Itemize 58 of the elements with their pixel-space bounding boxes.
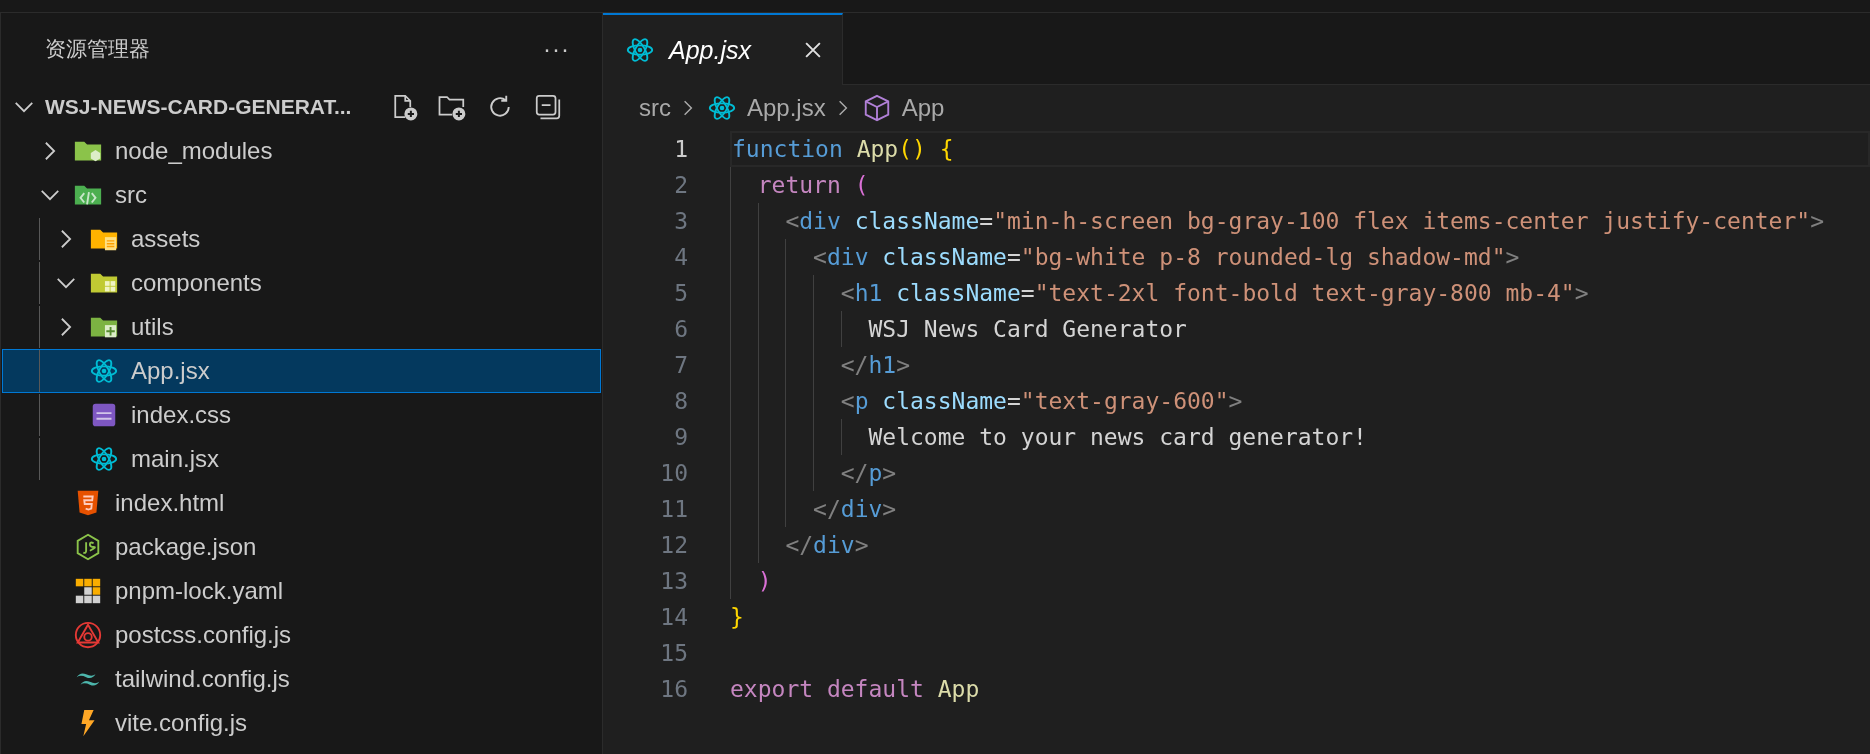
code-line: <div className="min-h-screen bg-gray-100 flex items-center justify-center"> — [784, 208, 1824, 234]
react-icon — [89, 356, 119, 386]
collapse-all-icon[interactable] — [533, 92, 563, 122]
code-line: </div> — [812, 496, 897, 522]
code-line: <p className="text-gray-600"> — [839, 388, 1243, 414]
file-tree-item[interactable]: tailwind.config.js — [2, 657, 601, 701]
code-line: } — [730, 604, 744, 630]
file-tree-item[interactable]: package.json — [2, 525, 601, 569]
file-tree-item[interactable]: vite.config.js — [2, 701, 601, 745]
code-line: <div className="bg-white p-8 rounded-lg shadow-md"> — [812, 244, 1520, 270]
code-line: export default App — [730, 676, 980, 702]
line-number: 4 — [673, 244, 688, 270]
line-number: 6 — [673, 316, 688, 342]
grid-icon — [73, 576, 103, 606]
more-button[interactable]: ··· — [539, 35, 574, 63]
breadcrumb-item[interactable]: App — [901, 94, 945, 122]
breadcrumb-item[interactable]: App.jsx — [747, 94, 826, 122]
react-icon — [89, 444, 119, 474]
file-tree-item[interactable]: App.jsx — [2, 349, 601, 393]
line-number: 2 — [673, 172, 688, 198]
editor-tab[interactable]: App.jsx — [603, 13, 843, 85]
line-number: 7 — [673, 352, 688, 378]
code-line: return ( — [756, 172, 869, 198]
line-number: 13 — [659, 568, 688, 594]
file-tree-item[interactable]: main.jsx — [2, 437, 601, 481]
line-number: 14 — [659, 604, 688, 630]
line-number: 12 — [659, 532, 688, 558]
project-name[interactable]: WSJ-NEWS-CARD-GENERAT... — [45, 95, 375, 119]
breadcrumb-item[interactable]: src — [639, 94, 671, 122]
file-tree-item[interactable]: assets — [2, 217, 601, 261]
file-tree-item[interactable]: utils — [2, 305, 601, 349]
line-number: 8 — [673, 388, 688, 414]
line-number: 10 — [659, 460, 688, 486]
file-tree-item[interactable]: index.html — [2, 481, 601, 525]
code-line: </h1> — [839, 352, 911, 378]
line-number: 15 — [659, 640, 688, 666]
code-line: <h1 className="text-2xl font-bold text-gray-800 mb-4"> — [839, 280, 1589, 306]
panel-title: 资源管理器 — [45, 36, 150, 62]
file-tree-item[interactable]: components — [2, 261, 601, 305]
line-number: 16 — [659, 676, 688, 702]
code-line: function App() { — [732, 136, 954, 162]
file-tree-item[interactable]: node_modules — [2, 129, 601, 173]
line-number: 11 — [659, 496, 688, 522]
line-number: 1 — [673, 136, 688, 162]
line-number: 3 — [673, 208, 688, 234]
code-line: </p> — [839, 460, 897, 486]
file-tree-item[interactable]: postcss.config.js — [2, 613, 601, 657]
line-number: 9 — [673, 424, 688, 450]
react-icon — [625, 35, 655, 65]
code-line: WSJ News Card Generator — [867, 316, 1187, 342]
react-icon — [707, 93, 737, 123]
code-line: </div> — [784, 532, 869, 558]
file-tree-item[interactable]: src — [2, 173, 601, 217]
code-line: ) — [756, 568, 772, 594]
line-number: 5 — [673, 280, 688, 306]
file-tree-item[interactable]: index.css — [2, 393, 601, 437]
file-tree-item[interactable]: pnpm-lock.yaml — [2, 569, 601, 613]
code-line: Welcome to your news card generator! — [867, 424, 1367, 450]
